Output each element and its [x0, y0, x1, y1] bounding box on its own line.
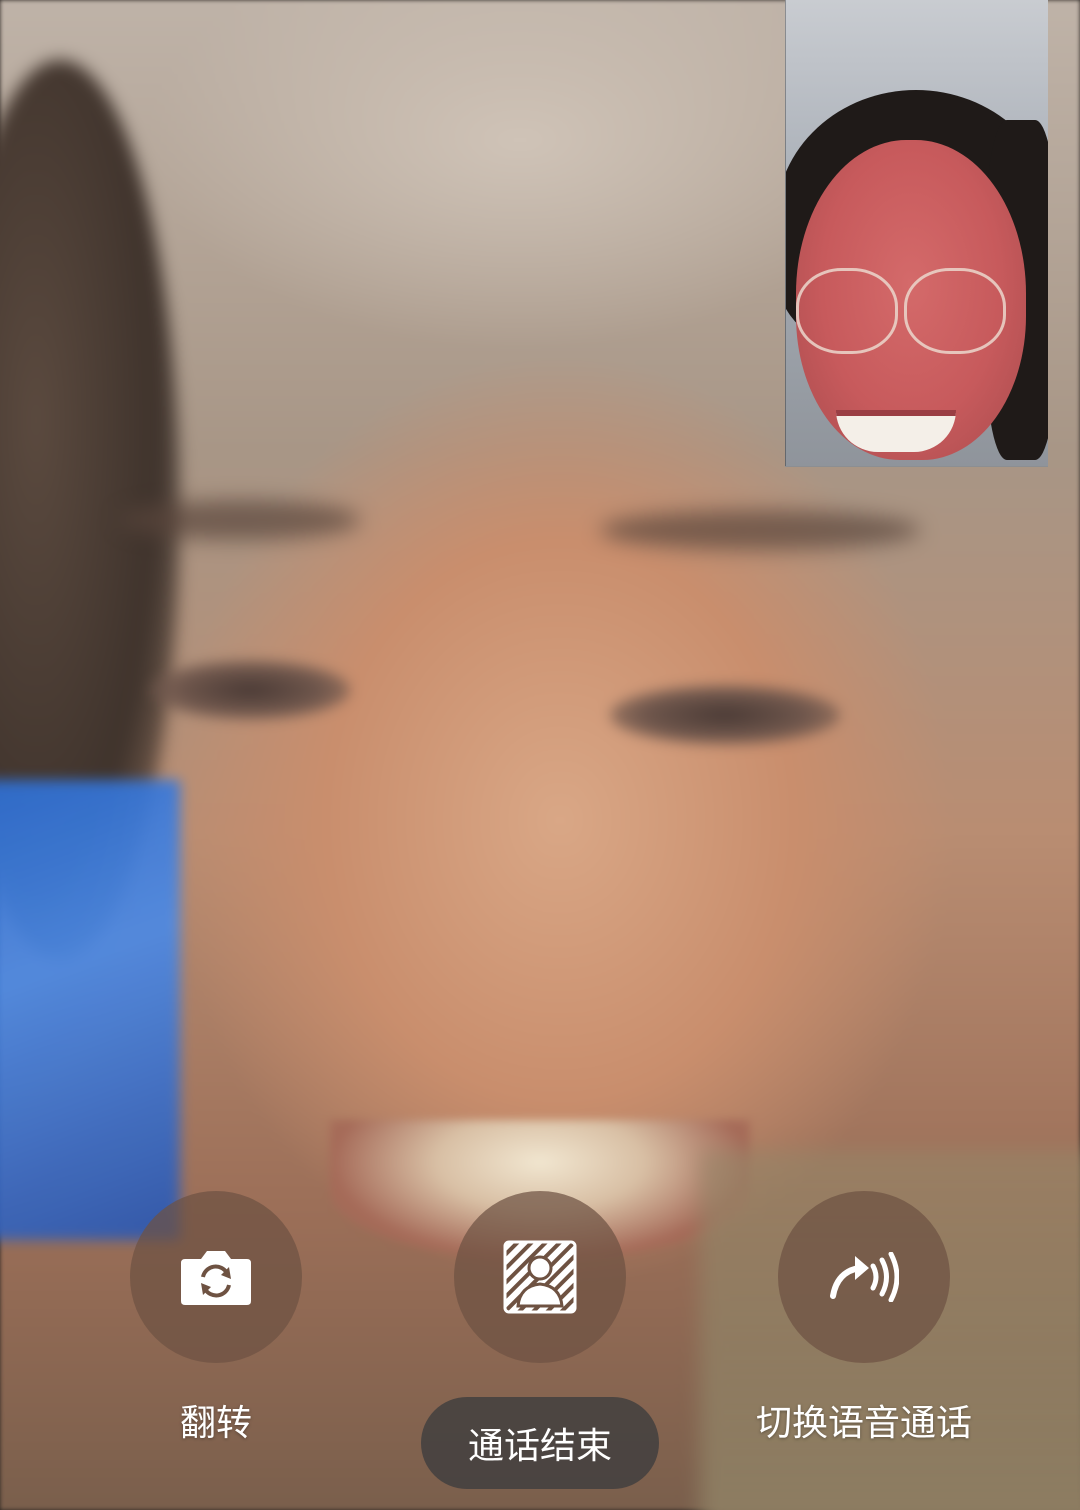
local-camera-preview[interactable]: [785, 0, 1048, 467]
portrait-mask-icon: [503, 1240, 577, 1314]
voice-call-icon: [829, 1252, 899, 1302]
camera-flip-icon: [179, 1247, 253, 1307]
flip-camera-button[interactable]: [130, 1191, 302, 1363]
switch-voice-call-label: 切换语音通话: [755, 1403, 973, 1444]
video-call-screen: 翻转 切换语音通话 通话结束: [0, 0, 1080, 1510]
end-call-button[interactable]: 通话结束: [421, 1397, 659, 1489]
switch-voice-call-button[interactable]: [778, 1191, 950, 1363]
flip-label: 翻转: [179, 1403, 253, 1444]
end-call-label: 通话结束: [467, 1426, 612, 1467]
background-blur-button[interactable]: [454, 1191, 626, 1363]
